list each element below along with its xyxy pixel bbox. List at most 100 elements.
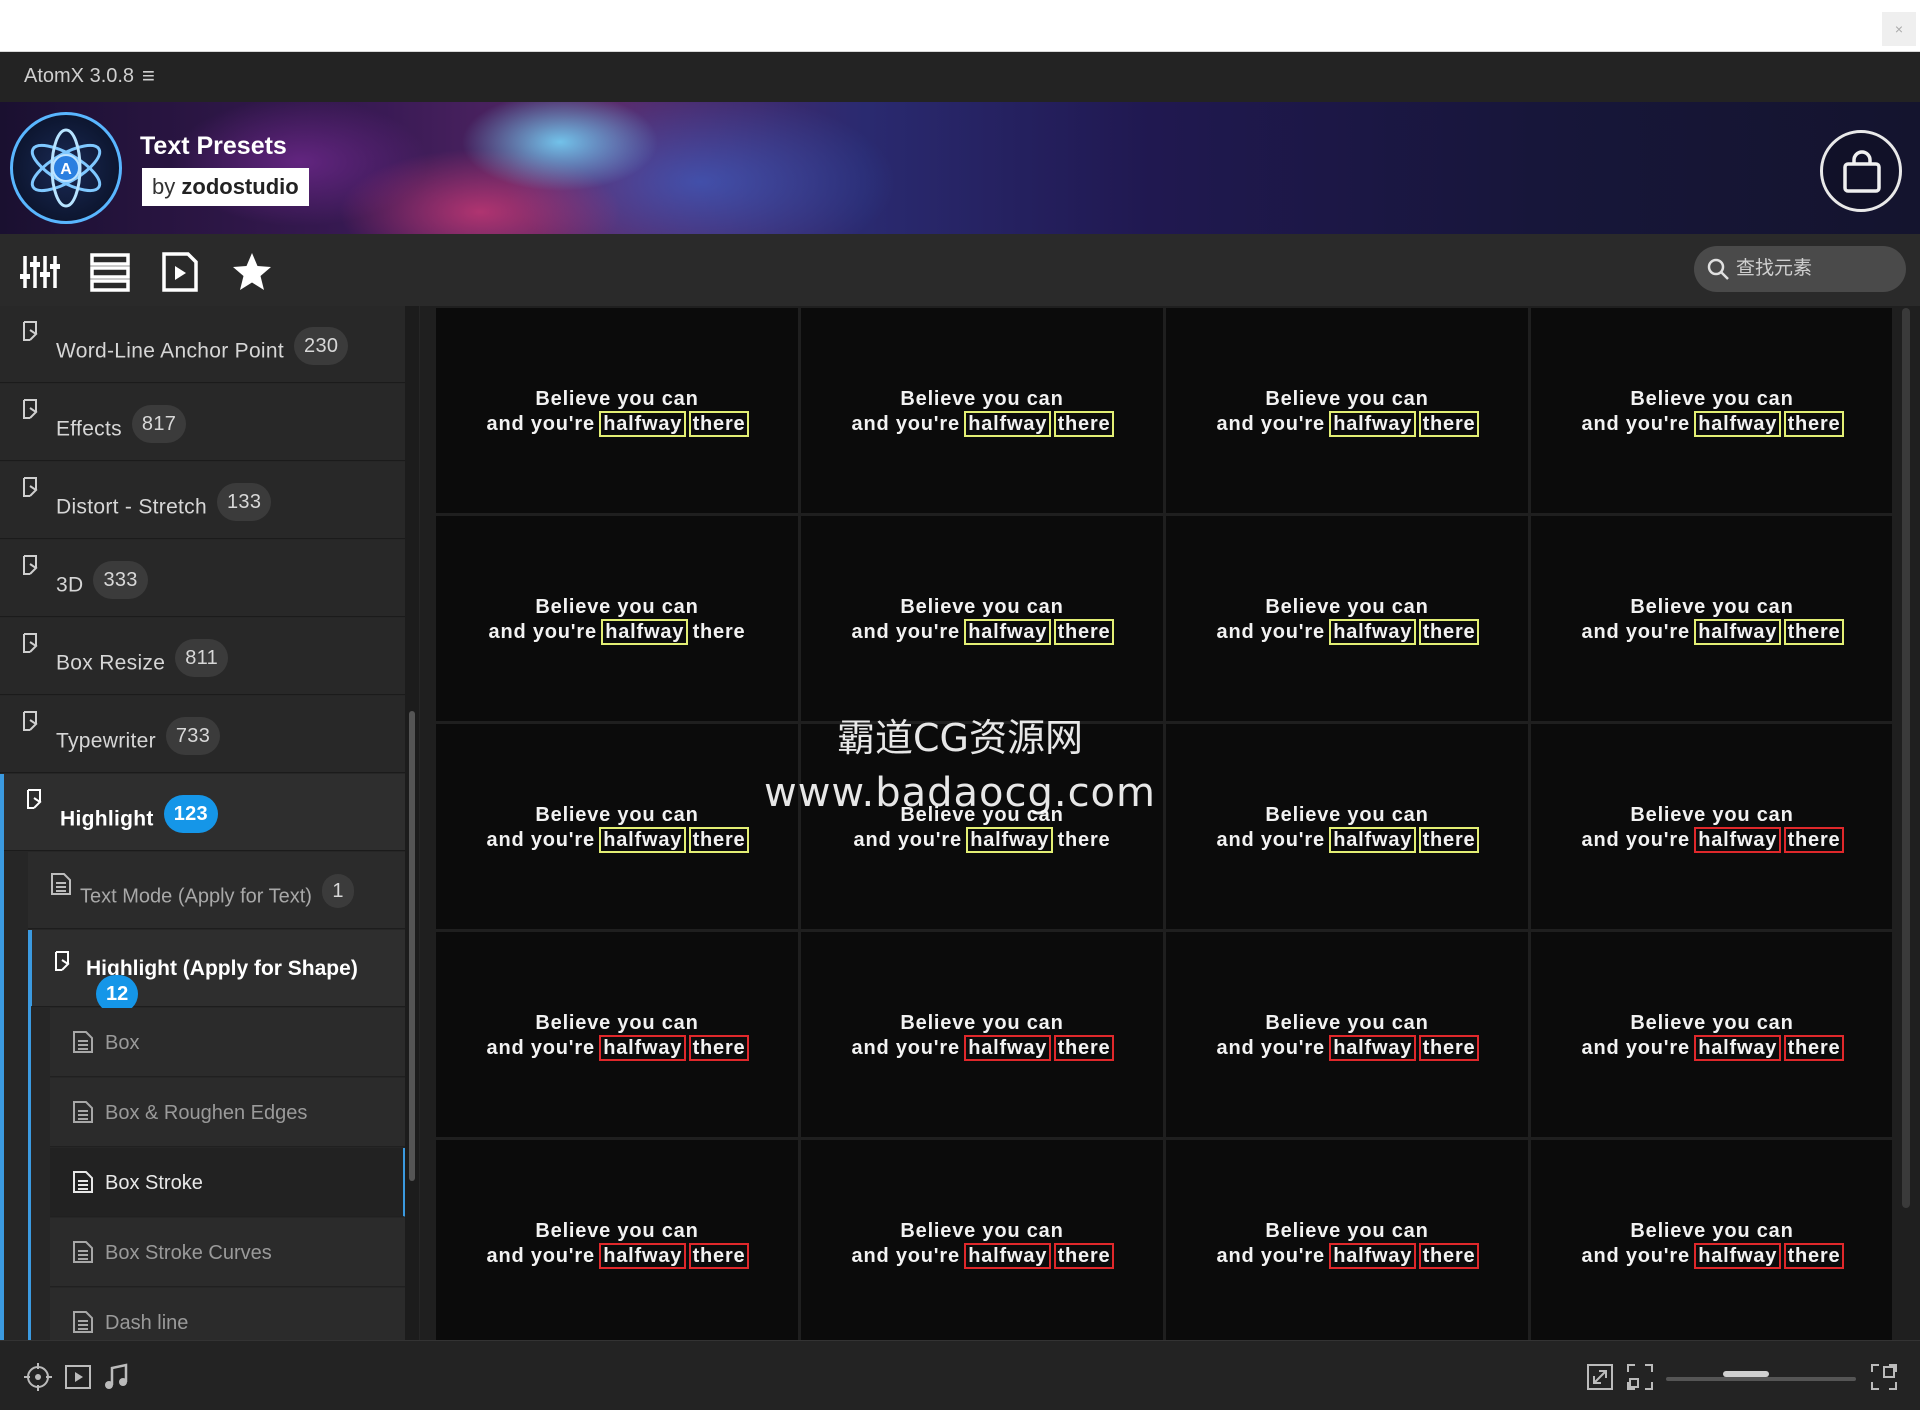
- preset-thumbnail[interactable]: Believe you can and you're halfway there: [1166, 516, 1528, 721]
- search-icon: [1707, 258, 1729, 280]
- preview-line2: and you're halfway there: [1166, 1035, 1528, 1061]
- preset-label: Box: [105, 1032, 140, 1054]
- zoom-slider-track[interactable]: [1666, 1377, 1856, 1381]
- grid-size-icon[interactable]: [1870, 1363, 1898, 1391]
- preview-prefix: and you're: [486, 829, 595, 851]
- highlight-word: halfway: [1329, 411, 1417, 437]
- preview-line1: Believe you can: [900, 1220, 1064, 1242]
- close-icon[interactable]: ×: [1882, 12, 1916, 46]
- preset-thumbnail[interactable]: Believe you can and you're halfway there: [1166, 724, 1528, 929]
- preset-thumbnail[interactable]: Believe you can and you're halfway there: [1531, 308, 1892, 513]
- preview-line2: and you're halfway there: [1531, 619, 1892, 645]
- document-icon: [73, 1311, 93, 1333]
- music-icon[interactable]: [102, 1363, 130, 1391]
- fullscreen-icon[interactable]: [1626, 1363, 1654, 1391]
- preset-thumbnail[interactable]: Believe you can and you're halfway there: [436, 932, 798, 1137]
- highlight-word: halfway: [964, 1035, 1052, 1061]
- preset-thumbnail[interactable]: Believe you can and you're halfway there: [1531, 1140, 1892, 1340]
- highlight-word: there: [688, 1035, 750, 1061]
- highlight-word: there: [1053, 411, 1115, 437]
- category-typewriter[interactable]: Typewriter 733: [0, 696, 406, 773]
- highlight-word: halfway: [1329, 1243, 1417, 1269]
- category-3d[interactable]: 3D 333: [0, 540, 406, 617]
- category-word-line-anchor-point[interactable]: Word-Line Anchor Point 230: [0, 306, 406, 383]
- anchor-icon[interactable]: [24, 1363, 52, 1391]
- preview-prefix: and you're: [1581, 1037, 1690, 1059]
- preview-line1: Believe you can: [1265, 596, 1429, 618]
- category-box-resize[interactable]: Box Resize 811: [0, 618, 406, 695]
- preset-thumbnail[interactable]: Believe you can and you're halfway there: [1166, 1140, 1528, 1340]
- preset-thumbnail[interactable]: Believe you can and you're halfway there: [436, 308, 798, 513]
- highlight-word: there: [1783, 1243, 1845, 1269]
- category-highlight[interactable]: Highlight 123: [0, 774, 406, 851]
- banner-author: by zodostudio: [142, 168, 309, 206]
- subcategory-highlight-shape[interactable]: Highlight (Apply for Shape)12: [28, 930, 406, 1013]
- preset-item-box[interactable]: Box: [50, 1008, 406, 1077]
- preset-thumbnail[interactable]: Believe you can and you're halfway there: [801, 932, 1163, 1137]
- count-badge: 123: [163, 795, 218, 833]
- star-icon[interactable]: [230, 250, 274, 294]
- category-effects[interactable]: Effects 817: [0, 384, 406, 461]
- category-distort-stretch[interactable]: Distort - Stretch 133: [0, 462, 406, 539]
- subcategory-text-mode[interactable]: Text Mode (Apply for Text) 1: [28, 852, 406, 929]
- list-icon[interactable]: [88, 250, 132, 294]
- document-icon: [73, 1171, 93, 1193]
- preset-thumbnail[interactable]: Believe you can and you're halfway there: [436, 1140, 798, 1340]
- banner-title: Text Presets: [140, 132, 287, 160]
- zoom-slider-thumb[interactable]: [1723, 1371, 1769, 1377]
- highlight-word: halfway: [599, 411, 687, 437]
- preview-line2: and you're halfway there: [1166, 827, 1528, 853]
- preset-item-box-stroke[interactable]: Box Stroke: [50, 1148, 406, 1217]
- preset-item-box-stroke-curves[interactable]: Box Stroke Curves: [50, 1218, 406, 1287]
- count-badge: 733: [165, 717, 221, 755]
- preview-line2: and you're halfway there: [801, 1035, 1163, 1061]
- preview-line1: Believe you can: [535, 388, 699, 410]
- preset-thumbnail[interactable]: Believe you can and you're halfway there: [801, 724, 1163, 929]
- preset-thumbnail[interactable]: Believe you can and you're halfway there: [1531, 932, 1892, 1137]
- sidebar-scroll-thumb[interactable]: [409, 711, 415, 1181]
- document-icon: [73, 1031, 93, 1053]
- sidebar-scrollbar[interactable]: [405, 306, 419, 1340]
- category-sidebar: Word-Line Anchor Point 230 Effects 817 Dis…: [0, 306, 420, 1340]
- document-icon: [73, 1101, 93, 1123]
- preset-label: Dash line: [105, 1312, 189, 1334]
- highlight-word: halfway: [1694, 411, 1782, 437]
- preset-thumbnail[interactable]: Believe you can and you're halfway there: [436, 516, 798, 721]
- highlight-word: there: [1418, 1035, 1480, 1061]
- highlight-word: halfway: [1329, 619, 1417, 645]
- count-badge: 811: [175, 639, 229, 677]
- preview-line2: and you're halfway there: [436, 1243, 798, 1269]
- shop-bag-button[interactable]: [1820, 130, 1902, 212]
- preset-thumbnail[interactable]: Believe you can and you're halfway there: [801, 516, 1163, 721]
- preview-word: there: [692, 621, 746, 643]
- preset-thumbnail[interactable]: Believe you can and you're halfway there: [1166, 308, 1528, 513]
- category-label: Word-Line Anchor Point: [56, 339, 285, 363]
- preset-item-box-roughen-edges[interactable]: Box & Roughen Edges: [50, 1078, 406, 1147]
- preview-prefix: and you're: [851, 1037, 960, 1059]
- preview-line2: and you're halfway there: [1166, 411, 1528, 437]
- highlight-word: halfway: [1694, 619, 1782, 645]
- preset-thumbnail[interactable]: Believe you can and you're halfway there: [1531, 516, 1892, 721]
- folder-icon: [23, 321, 38, 341]
- video-icon[interactable]: [64, 1363, 92, 1391]
- highlight-word: halfway: [1329, 1035, 1417, 1061]
- highlight-word: there: [1418, 619, 1480, 645]
- preset-thumbnail[interactable]: Believe you can and you're halfway there: [801, 1140, 1163, 1340]
- preview-line1: Believe you can: [1265, 804, 1429, 826]
- highlight-word: there: [1783, 1035, 1845, 1061]
- fit-icon[interactable]: [1586, 1363, 1614, 1391]
- hamburger-icon[interactable]: ≡: [142, 63, 155, 89]
- preset-thumbnail[interactable]: Believe you can and you're halfway there: [801, 308, 1163, 513]
- preset-item-dash-line[interactable]: Dash line: [50, 1288, 406, 1340]
- preset-thumbnail[interactable]: Believe you can and you're halfway there: [436, 724, 798, 929]
- grid-scrollbar[interactable]: [1902, 308, 1910, 1208]
- play-file-icon[interactable]: [158, 250, 202, 294]
- toolbar: 查找元素: [0, 234, 1920, 306]
- preset-thumbnail[interactable]: Believe you can and you're halfway there: [1166, 932, 1528, 1137]
- highlight-word: there: [688, 827, 750, 853]
- sliders-icon[interactable]: [18, 250, 62, 294]
- search-input[interactable]: 查找元素: [1694, 246, 1906, 292]
- preset-thumbnail[interactable]: Believe you can and you're halfway there: [1531, 724, 1892, 929]
- highlight-word: there: [1418, 411, 1480, 437]
- count-badge: 333: [93, 561, 148, 599]
